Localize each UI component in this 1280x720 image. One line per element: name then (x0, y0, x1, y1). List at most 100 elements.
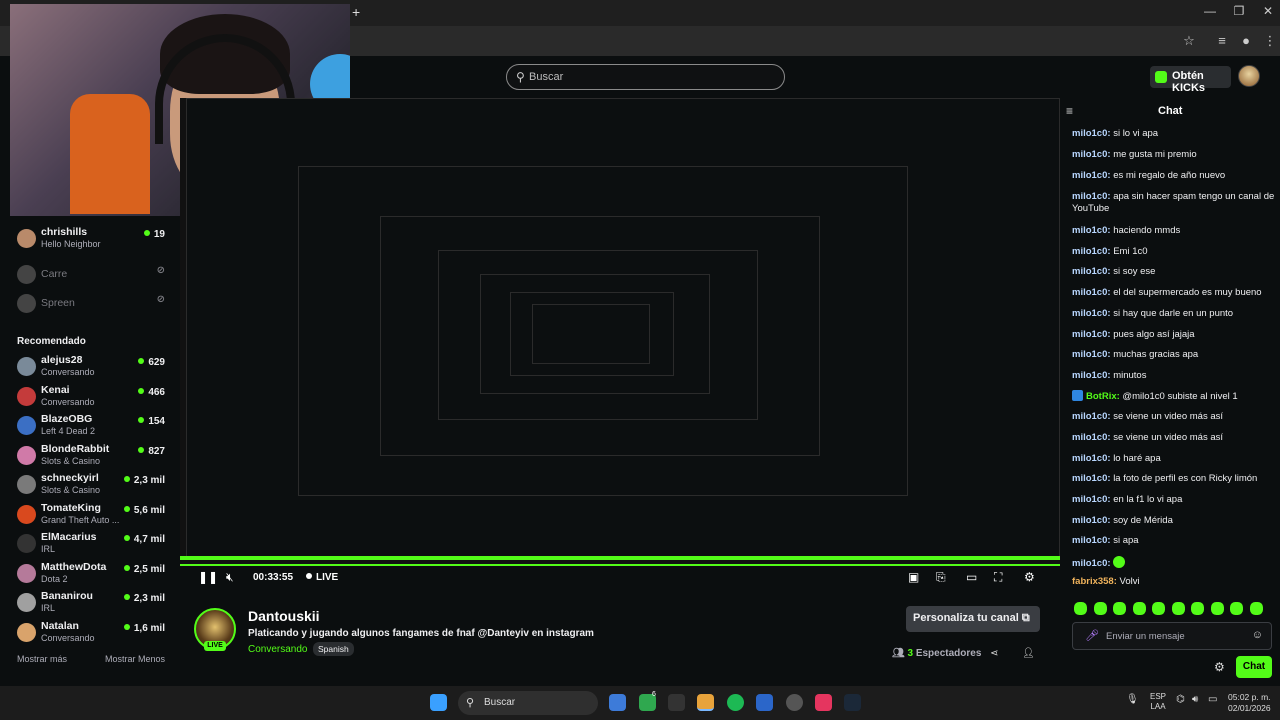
profile-icon[interactable]: ● (1237, 33, 1255, 48)
emote-icon[interactable] (1230, 602, 1243, 615)
channel-name[interactable]: Dantouskii (248, 608, 320, 624)
maximize-button[interactable]: ❐ (1229, 4, 1249, 18)
chat-username[interactable]: milo1c0: (1072, 287, 1111, 298)
sidebar-following-item[interactable]: Carre ⊘ (17, 262, 167, 290)
store-icon[interactable] (609, 694, 626, 711)
outlook-icon[interactable] (756, 694, 773, 711)
chat-username[interactable]: milo1c0: (1072, 411, 1111, 422)
volume-icon[interactable]: 🔊︎ (1192, 694, 1198, 705)
user-avatar[interactable] (1238, 65, 1260, 87)
chat-username[interactable]: milo1c0: (1072, 473, 1111, 484)
chat-username[interactable]: milo1c0: (1072, 170, 1111, 181)
chat-username[interactable]: milo1c0: (1072, 329, 1111, 340)
language-tag[interactable]: Spanish (313, 642, 354, 656)
app-icon[interactable] (668, 694, 685, 711)
show-less-link[interactable]: Mostrar Menos (105, 654, 165, 664)
sidebar-recommended-item[interactable]: schneckyirl Slots & Casino 2,3 mil (17, 472, 167, 500)
chat-username[interactable]: fabrix358: (1072, 576, 1117, 587)
chat-username[interactable]: milo1c0: (1072, 191, 1111, 202)
chat-username[interactable]: milo1c0: (1072, 535, 1111, 546)
channel-category: Conversando (41, 367, 95, 377)
search-bar[interactable]: ⚲ Buscar (506, 64, 785, 90)
settings-icon[interactable]: ⚙ (1024, 570, 1035, 584)
battery-icon[interactable]: ▭ (1208, 694, 1217, 705)
taskbar-search[interactable]: ⚲ Buscar (458, 691, 598, 715)
video-player[interactable] (180, 98, 1060, 566)
pause-icon[interactable]: ❚❚ (198, 570, 218, 584)
emoji-icon[interactable]: ☺ (1252, 629, 1263, 641)
close-window-button[interactable]: ✕ (1258, 4, 1278, 18)
network-icon[interactable]: ⌬ (1176, 694, 1185, 705)
fullscreen-icon[interactable]: ⛶ (994, 570, 1002, 585)
chat-settings-icon[interactable]: ⚙ (1214, 660, 1225, 674)
tiktok-icon[interactable] (815, 694, 832, 711)
language-indicator[interactable]: ESP LAA (1150, 692, 1166, 712)
chat-username[interactable]: milo1c0: (1072, 432, 1111, 443)
emote-icon[interactable] (1113, 602, 1126, 615)
sidebar-recommended-item[interactable]: Natalan Conversando 1,6 mil (17, 620, 167, 648)
chat-username[interactable]: milo1c0: (1072, 370, 1111, 381)
sidebar-recommended-item[interactable]: MatthewDota Dota 2 2,5 mil (17, 561, 167, 589)
sidebar-recommended-item[interactable]: ElMacarius IRL 4,7 mil (17, 531, 167, 559)
system-clock[interactable]: 05:02 p. m. 02/01/2026 (1228, 692, 1271, 714)
customize-channel-button[interactable]: Personaliza tu canal ⧉ (906, 606, 1040, 632)
emote-icon[interactable] (1093, 602, 1107, 615)
chat-username[interactable]: BotRix: (1086, 391, 1120, 402)
chat-username[interactable]: milo1c0: (1072, 308, 1111, 319)
picture-in-picture-icon[interactable]: ▣ (908, 570, 919, 584)
sidebar-recommended-item[interactable]: Kenai Conversando 466 (17, 384, 167, 412)
chrome-icon[interactable] (697, 694, 714, 711)
new-tab-button[interactable]: + (352, 4, 366, 22)
sidebar-recommended-item[interactable]: BlondeRabbit Slots & Casino 827 (17, 443, 167, 471)
get-kicks-button[interactable]: Obtén KICKs (1150, 66, 1231, 94)
emote-icon[interactable] (1191, 602, 1204, 615)
theater-mode-icon[interactable]: ▭ (966, 570, 977, 584)
chat-username[interactable]: milo1c0: (1072, 128, 1111, 139)
sidebar-following-item[interactable]: Spreen ⊘ (17, 291, 167, 319)
media-control-icon[interactable]: ≡ (1213, 33, 1231, 48)
browser-menu-icon[interactable]: ⋮ (1261, 33, 1279, 49)
chat-username[interactable]: milo1c0: (1072, 225, 1111, 236)
emote-icon[interactable] (1249, 602, 1263, 615)
playback-progress-bar[interactable] (180, 556, 1060, 560)
microphone-icon[interactable]: 🎤︎ (1085, 629, 1099, 642)
emote-icon[interactable] (1132, 602, 1146, 615)
obs-icon[interactable] (786, 694, 803, 711)
sidebar-recommended-item[interactable]: alejus28 Conversando 629 (17, 354, 167, 382)
chat-input[interactable]: 🎤︎ Enviar un mensaje ☺ (1072, 622, 1272, 650)
chat-username[interactable]: milo1c0: (1072, 349, 1111, 360)
sidebar-recommended-item[interactable]: BlazeOBG Left 4 Dead 2 154 (17, 413, 167, 441)
channel-category: Left 4 Dead 2 (41, 426, 96, 436)
send-chat-button[interactable]: Chat (1236, 656, 1272, 678)
sidebar-recommended-item[interactable]: Bananirou IRL 2,3 mil (17, 590, 167, 618)
sidebar-following-item[interactable]: chrishills Hello Neighbor 19 (17, 226, 167, 254)
bookmark-star-icon[interactable]: ☆ (1180, 33, 1198, 49)
chat-username[interactable]: milo1c0: (1072, 515, 1111, 526)
mute-icon[interactable]: 🔇︎ (226, 570, 234, 585)
share-icon[interactable]: ⋖ (990, 648, 998, 659)
spotify-icon[interactable] (727, 694, 744, 711)
offline-icon: ⊘ (156, 294, 165, 305)
steam-icon[interactable] (844, 694, 861, 711)
chat-username[interactable]: milo1c0: (1072, 266, 1111, 277)
emote-icon[interactable] (1210, 602, 1224, 615)
show-more-link[interactable]: Mostrar más (17, 654, 67, 664)
windows-start-icon[interactable] (430, 694, 447, 711)
chat-text: si apa (1113, 535, 1139, 546)
collapse-chat-icon[interactable]: ≡ (1066, 104, 1073, 118)
clip-icon[interactable]: ⎘ (936, 570, 946, 585)
microphone-tray-icon[interactable]: 🎙︎ (1126, 694, 1139, 705)
chat-username[interactable]: milo1c0: (1072, 494, 1111, 505)
emote-icon[interactable] (1171, 602, 1185, 615)
emote-icon[interactable] (1074, 602, 1087, 615)
chat-username[interactable]: milo1c0: (1072, 149, 1111, 160)
minimize-button[interactable]: — (1200, 4, 1220, 18)
emote-bar[interactable] (1074, 602, 1274, 616)
chat-username[interactable]: milo1c0: (1072, 558, 1111, 569)
chat-username[interactable]: milo1c0: (1072, 246, 1111, 257)
emote-icon[interactable] (1152, 602, 1165, 615)
chat-username[interactable]: milo1c0: (1072, 453, 1111, 464)
stream-category[interactable]: Conversando (248, 644, 307, 655)
sidebar-recommended-item[interactable]: TomateKing Grand Theft Auto ... 5,6 mil (17, 502, 167, 530)
follow-user-icon[interactable]: 👤︎ (1022, 648, 1035, 659)
